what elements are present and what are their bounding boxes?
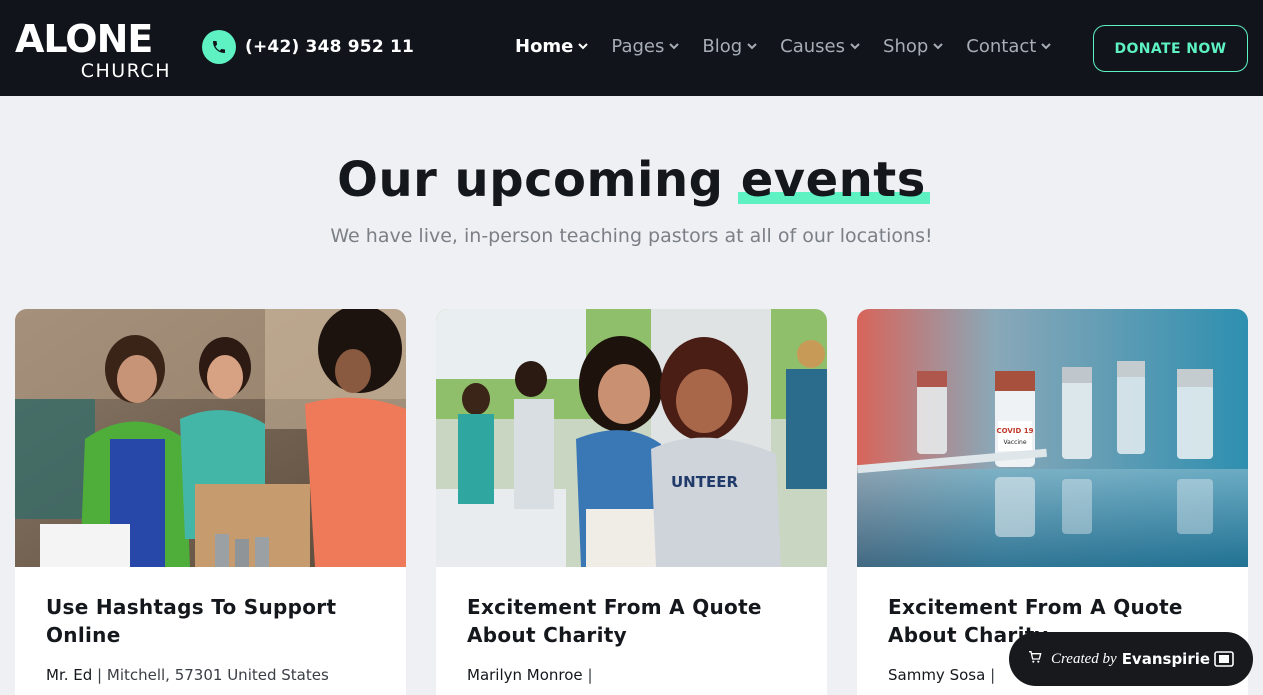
event-meta: Marilyn Monroe | (467, 666, 593, 684)
nav-pages[interactable]: Pages (611, 36, 680, 57)
brand-logo-icon (1214, 651, 1234, 667)
event-author: Sammy Sosa (888, 666, 986, 684)
svg-text:Vaccine: Vaccine (1003, 439, 1026, 446)
site-header: ALONE CHURCH (+42) 348 952 11 Home Pages… (0, 0, 1263, 96)
donate-button[interactable]: DONATE NOW (1093, 25, 1248, 72)
event-card[interactable]: Use Hashtags To Support Online Mr. Ed | … (15, 309, 406, 695)
svg-text:UNTEER: UNTEER (671, 473, 738, 491)
vaccine-vials-photo[interactable]: COVID 19 Vaccine (857, 309, 1248, 567)
nav-blog[interactable]: Blog (702, 36, 757, 57)
chevron-down-icon (850, 43, 860, 50)
created-by-badge[interactable]: Created by Evanspirie (1009, 632, 1253, 686)
site-logo[interactable]: ALONE CHURCH (15, 17, 175, 82)
brand-name: Evanspirie (1121, 650, 1211, 668)
nav-shop-label: Shop (883, 36, 929, 57)
page-title: Our upcoming events (337, 150, 930, 210)
title-text: Our upcoming (337, 152, 724, 208)
mother-daughter-volunteer-photo[interactable]: UNTEER (436, 309, 827, 567)
cart-icon (1027, 649, 1043, 670)
section-heading: Our upcoming events (0, 150, 1263, 210)
chevron-down-icon (578, 43, 589, 50)
chevron-down-icon (1041, 43, 1052, 50)
logo-sub-text: CHURCH (80, 60, 171, 82)
event-author: Mr. Ed (46, 666, 93, 684)
volunteers-food-drive-photo[interactable] (15, 309, 406, 567)
section-subtitle: We have live, in-person teaching pastors… (330, 225, 933, 247)
event-card[interactable]: UNTEER Excitement From A Quote About Cha… (436, 309, 827, 695)
chevron-down-icon (933, 43, 944, 50)
nav-pages-label: Pages (611, 36, 665, 57)
phone-icon (202, 30, 236, 64)
event-title[interactable]: Excitement From A Quote About Charity (467, 593, 797, 649)
nav-blog-label: Blog (702, 36, 743, 57)
chevron-down-icon (669, 43, 680, 50)
nav-contact[interactable]: Contact (966, 36, 1052, 57)
nav-causes[interactable]: Causes (780, 36, 860, 57)
nav-causes-label: Causes (780, 36, 846, 57)
logo-main-text: ALONE (15, 17, 153, 61)
phone-contact[interactable]: (+42) 348 952 11 (202, 30, 414, 64)
nav-shop[interactable]: Shop (883, 36, 944, 57)
nav-home-label: Home (515, 36, 574, 57)
nav-contact-label: Contact (966, 36, 1037, 57)
event-author: Marilyn Monroe (467, 666, 583, 684)
chevron-down-icon (747, 43, 757, 50)
created-by-label: Created by (1051, 650, 1117, 667)
event-meta: Mr. Ed | Mitchell, 57301 United States (46, 666, 329, 684)
event-title[interactable]: Use Hashtags To Support Online (46, 593, 376, 649)
main-nav: Home Pages Blog Causes Shop Contact (515, 36, 1074, 57)
title-highlight: events (737, 152, 930, 208)
phone-number: (+42) 348 952 11 (245, 37, 415, 57)
event-location: Mitchell, 57301 United States (106, 666, 329, 684)
nav-home[interactable]: Home (515, 36, 589, 57)
svg-text:COVID 19: COVID 19 (997, 427, 1034, 435)
